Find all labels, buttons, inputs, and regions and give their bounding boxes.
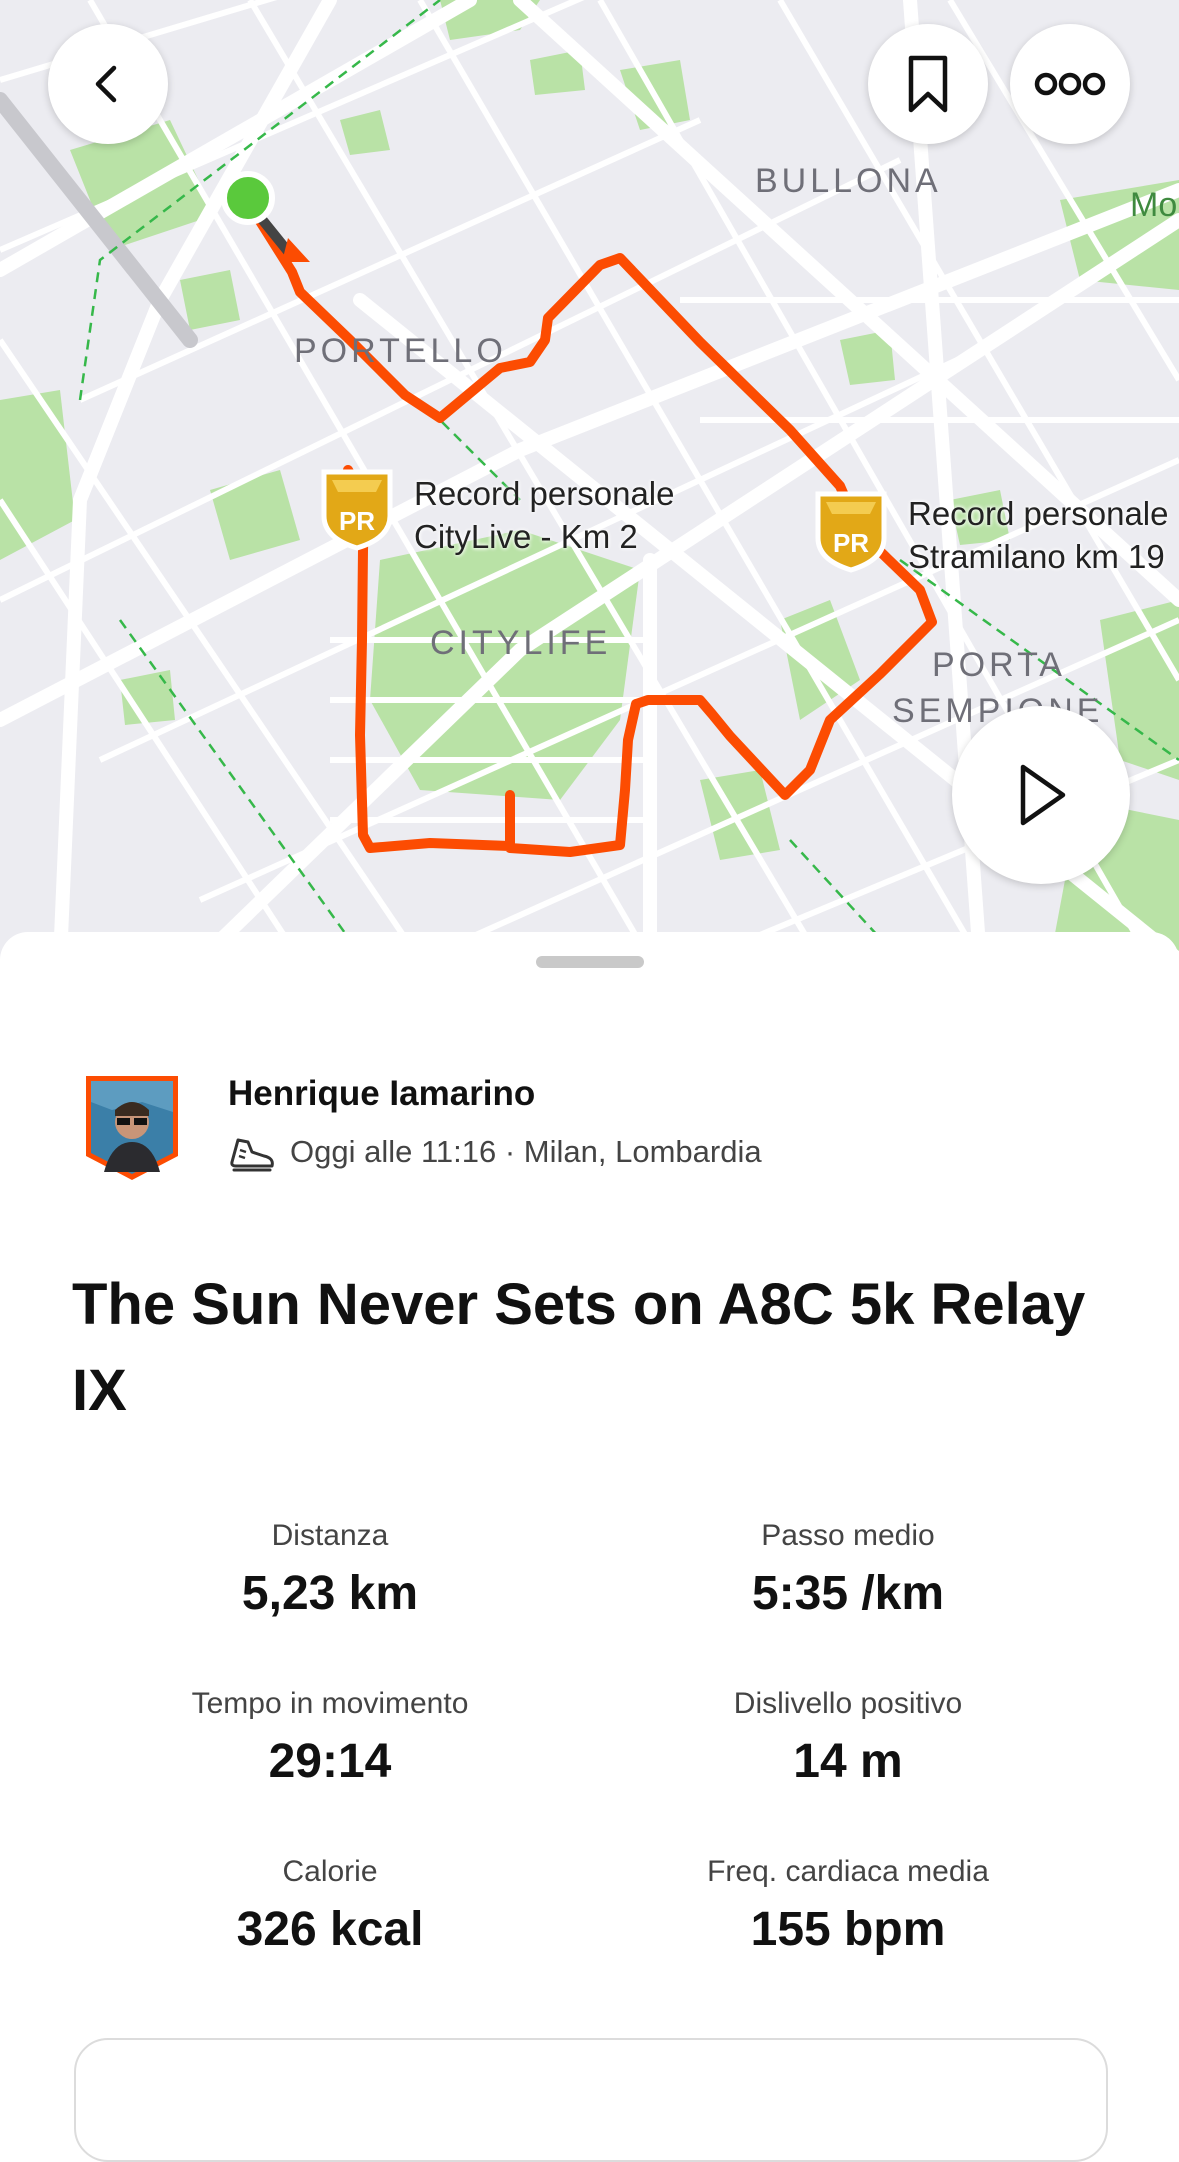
pr-label-line2: Stramilano km 19 <box>908 538 1165 575</box>
stat-label: Dislivello positivo <box>733 1687 963 1720</box>
pr-badge-text: PR <box>339 506 375 536</box>
stat-calories: Calorie 326 kcal <box>70 1852 590 1957</box>
pr-badge-icon[interactable]: PR <box>318 466 396 552</box>
athlete-avatar[interactable] <box>82 1072 182 1184</box>
pr-label-line1: Record personale <box>414 475 675 512</box>
athlete-name[interactable]: Henrique Iamarino <box>228 1074 535 1114</box>
more-dots-icon <box>1034 72 1106 96</box>
next-section-card[interactable] <box>74 2038 1108 2162</box>
running-shoe-icon <box>230 1138 274 1172</box>
pr-label-line1: Record personale <box>908 495 1169 532</box>
stat-elevation-gain: Dislivello positivo 14 m <box>588 1684 1108 1789</box>
map-label-bullona: BULLONA <box>755 162 942 200</box>
stat-label: Distanza <box>271 1519 389 1552</box>
stat-value: 29:14 <box>268 1735 392 1788</box>
stat-value: 5,23 km <box>241 1567 419 1620</box>
stat-label: Freq. cardiaca media <box>707 1855 989 1888</box>
play-icon <box>1020 764 1066 826</box>
stat-label: Passo medio <box>761 1519 935 1552</box>
activity-title: The Sun Never Sets on A8C 5k Relay IX <box>72 1272 1086 1423</box>
map-label-mo: Mo <box>1130 186 1178 224</box>
stat-value: 5:35 /km <box>751 1567 945 1620</box>
pr-label-citylive[interactable]: Record personale CityLive - Km 2 <box>414 472 675 558</box>
pr-badge-text: PR <box>833 528 869 558</box>
stat-value: 14 m <box>793 1735 903 1788</box>
pr-label-stramilano[interactable]: Record personale Stramilano km 19 <box>908 492 1169 578</box>
pr-label-line2: CityLive - Km 2 <box>414 518 638 555</box>
bookmark-icon <box>908 55 948 113</box>
stat-label: Calorie <box>282 1855 378 1888</box>
back-button[interactable] <box>48 24 168 144</box>
activity-sheet: Henrique Iamarino Oggi alle 11:16 · Mila… <box>0 932 1179 2162</box>
map-label-porta: PORTA <box>932 646 1066 684</box>
activity-meta: Oggi alle 11:16 · Milan, Lombardia <box>228 1132 762 1172</box>
stat-value: 155 bpm <box>750 1903 946 1956</box>
map-label-portello: PORTELLO <box>294 332 507 370</box>
stat-average-pace: Passo medio 5:35 /km <box>588 1516 1108 1621</box>
stat-moving-time: Tempo in movimento 29:14 <box>70 1684 590 1789</box>
bookmark-button[interactable] <box>868 24 988 144</box>
more-options-button[interactable] <box>1010 24 1130 144</box>
route-start-marker <box>221 171 275 225</box>
chevron-left-icon <box>95 65 117 103</box>
play-flyover-button[interactable] <box>952 706 1130 884</box>
activity-date-location: Oggi alle 11:16 · Milan, Lombardia <box>290 1134 762 1169</box>
map-label-citylife: CITYLIFE <box>430 624 612 662</box>
pr-badge-icon[interactable]: PR <box>812 488 890 574</box>
stat-value: 326 kcal <box>236 1903 424 1956</box>
stat-label: Tempo in movimento <box>191 1687 469 1720</box>
stat-average-heart-rate: Freq. cardiaca media 155 bpm <box>588 1852 1108 1957</box>
route-map[interactable]: BULLONA Mo PORTELLO CITYLIFE PORTA SEMPI… <box>0 0 1179 967</box>
sheet-drag-handle[interactable] <box>536 956 644 968</box>
stat-distance: Distanza 5,23 km <box>70 1516 590 1621</box>
